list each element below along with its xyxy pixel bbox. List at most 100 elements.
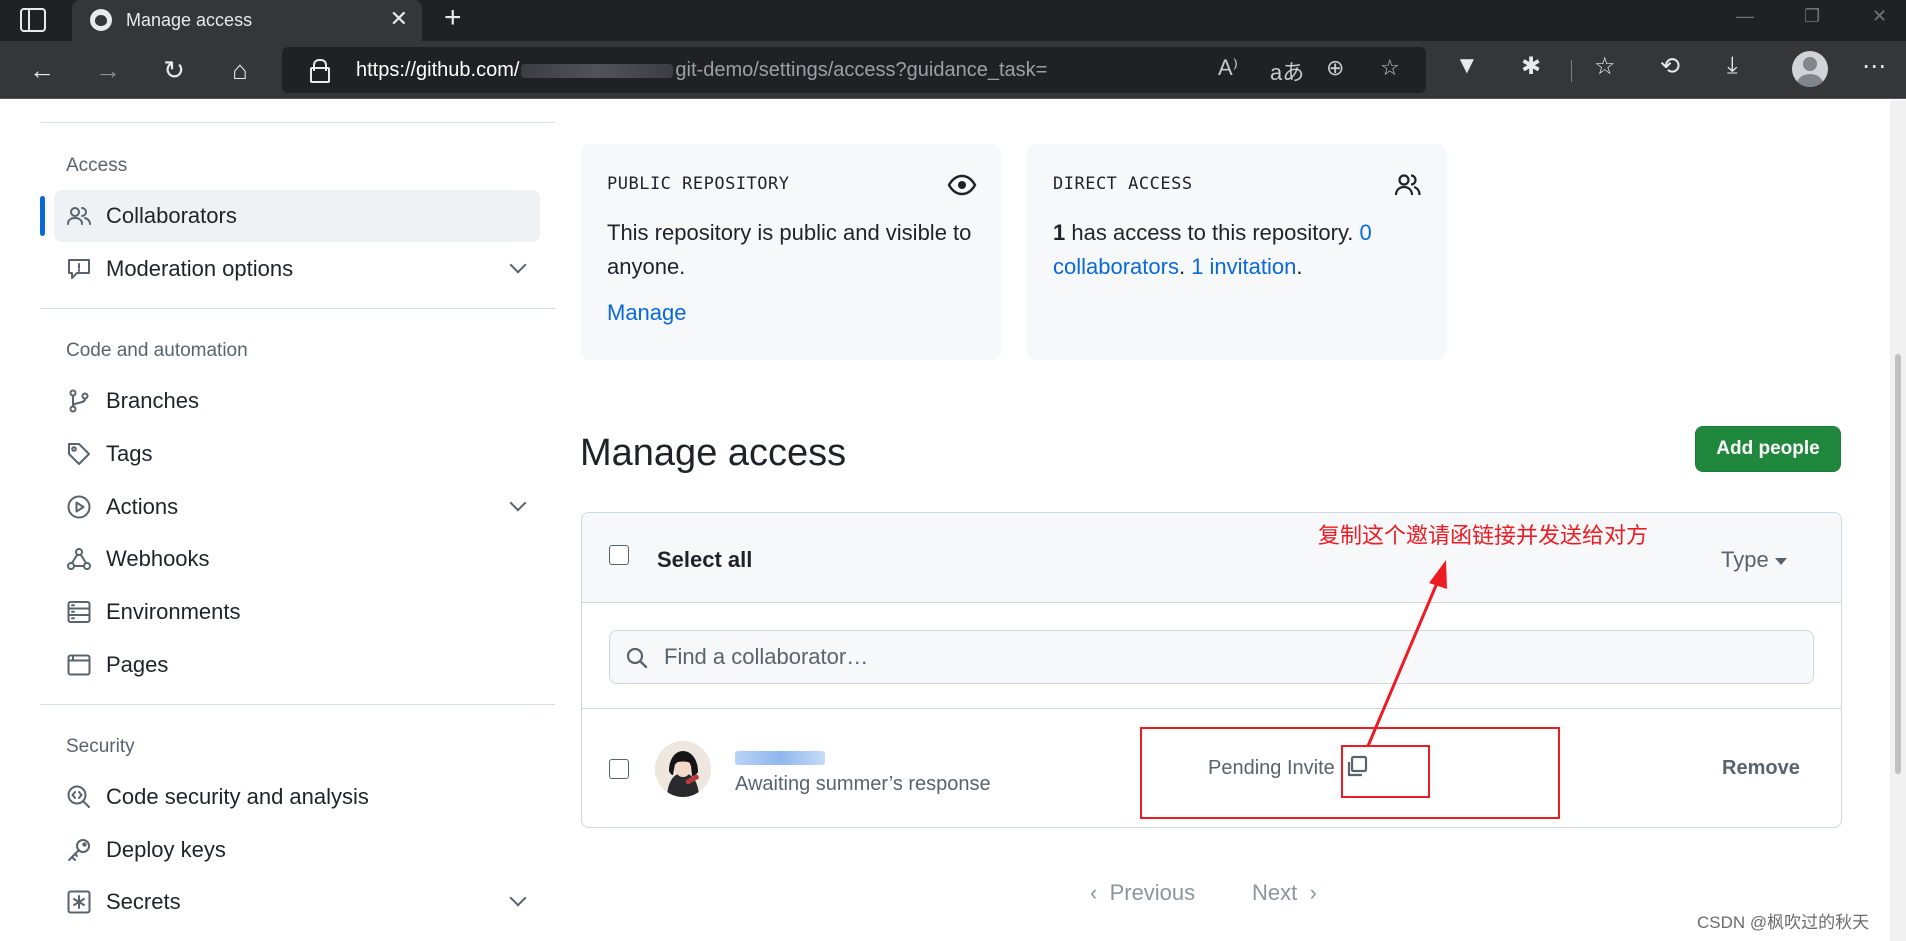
browser-icon [67,654,91,676]
sidebar-item-environments[interactable]: Environments [54,586,540,638]
invitation-link[interactable]: 1 invitation [1191,254,1296,279]
minimize-icon[interactable]: — [1736,6,1754,27]
add-people-button[interactable]: Add people [1695,426,1841,472]
home-icon[interactable]: ⌂ [220,50,260,90]
sidebar-item-label: Pages [106,652,169,677]
remove-button[interactable]: Remove [1722,757,1800,780]
url-host: https://github.com/ [356,59,520,81]
search-icon [626,647,648,669]
downloads-icon[interactable]: ⤓ [1727,52,1738,80]
card-text: 1 has access to this repository. 0 colla… [1053,220,1372,279]
close-window-icon[interactable]: ✕ [1872,6,1887,27]
card-label: PUBLIC REPOSITORY [607,174,790,194]
refresh-icon[interactable]: ↻ [154,50,194,90]
eye-icon [947,174,977,196]
search-row [582,603,1841,709]
avatar[interactable] [655,741,711,797]
previous-label: Previous [1109,880,1196,905]
next-label: Next [1252,880,1298,905]
toolbar-divider [1571,60,1572,82]
next-page-button[interactable]: Next › [1252,880,1317,906]
restore-icon[interactable]: ❐ [1804,6,1820,27]
tab-actions-icon[interactable] [20,8,46,32]
annotation-text: 复制这个邀请函链接并发送给对方 [1318,523,1649,548]
forward-icon[interactable]: → [88,50,128,90]
sidebar-divider [40,704,555,705]
sidebar-divider [40,308,555,309]
chevron-down-icon[interactable] [509,256,527,274]
previous-page-button[interactable]: ‹ Previous [1090,880,1195,906]
who-has-access-heading: Who has access [580,100,873,109]
sidebar-item-webhooks[interactable]: Webhooks [54,533,540,585]
add-favorite-icon[interactable]: ☆ [1380,55,1400,81]
zoom-icon[interactable]: ⊕ [1326,55,1344,81]
profile-avatar[interactable] [1792,51,1828,87]
branch-icon [69,389,89,413]
page-scrollbar[interactable] [1890,100,1906,941]
sidebar-heading-security: Security [66,736,135,757]
sidebar-item-actions[interactable]: Actions [54,481,540,533]
sidebar-heading-access: Access [66,155,128,176]
server-icon [67,601,91,623]
annotation-copy-box [1341,745,1430,798]
sidebar-item-secrets[interactable]: Secrets [54,876,540,928]
page-title: Manage access [580,432,847,474]
row-checkbox[interactable] [609,759,629,779]
lock-icon[interactable] [310,59,330,83]
people-icon [1394,174,1421,196]
sidebar-item-label: Deploy keys [106,837,226,862]
sidebar-item-label: Webhooks [106,546,210,571]
tab-title: Manage access [126,10,253,30]
translate-icon[interactable]: aあ [1270,55,1304,87]
chevron-down-icon[interactable] [509,889,527,907]
extensions-icon[interactable]: ✱ [1521,52,1541,81]
manage-visibility-link[interactable]: Manage [607,300,687,326]
public-repository-card: PUBLIC REPOSITORY This repository is pub… [581,144,1001,360]
close-tab-icon[interactable]: ✕ [390,6,408,32]
redacted-username[interactable] [735,751,825,765]
direct-access-card: DIRECT ACCESS 1 has access to this repos… [1027,144,1447,360]
search-input[interactable] [664,639,1764,675]
webhook-icon [67,548,91,570]
history-icon[interactable]: ⟲ [1660,52,1680,81]
play-icon [67,495,91,519]
sidebar-item-label: Branches [106,388,199,413]
url-text[interactable]: https://github.com/git-demo/settings/acc… [356,59,1047,82]
sidebar-item-label: Tags [106,441,153,466]
sidebar-item-deploy-keys[interactable]: Deploy keys [54,824,540,876]
select-all-label[interactable]: Select all [657,547,752,573]
more-menu-icon[interactable]: ⋯ [1862,52,1886,81]
type-filter-label: Type [1721,547,1769,572]
sidebar-item-label: Moderation options [106,256,294,281]
report-icon [68,259,90,279]
caret-down-icon [1774,557,1787,565]
new-tab-icon[interactable]: + [444,1,462,35]
sidebar-item-tags[interactable]: Tags [54,428,540,480]
scrollbar-thumb[interactable] [1895,354,1901,774]
address-bar[interactable]: https://github.com/git-demo/settings/acc… [282,47,1426,93]
sidebar-item-collaborators[interactable]: Collaborators [54,190,540,242]
sidebar-item-label: Collaborators [106,203,237,228]
read-aloud-icon[interactable]: A⁾ [1218,55,1238,81]
sidebar-item-code-security[interactable]: Code security and analysis [54,771,540,823]
select-all-checkbox[interactable] [609,545,629,565]
sidebar-divider [40,122,555,123]
sidebar-item-branches[interactable]: Branches [54,375,540,427]
people-icon [67,207,91,225]
browser-tab[interactable]: Manage access ✕ [72,0,422,41]
sidebar-item-moderation[interactable]: Moderation options [54,243,540,295]
sidebar-item-pages[interactable]: Pages [54,639,540,691]
codescan-icon [67,785,90,808]
asterisk-icon [67,890,91,914]
extension-v-icon[interactable]: ▼ [1455,52,1479,80]
tag-icon [68,443,90,465]
active-indicator [40,196,45,236]
back-icon[interactable]: ← [22,50,62,90]
browser-tab-bar: Manage access ✕ + — ❐ ✕ [0,0,1906,41]
watermark: CSDN @枫吹过的秋天 [1697,913,1870,932]
list-header: Select all Type [582,513,1841,603]
favorites-icon[interactable]: ☆ [1594,52,1616,81]
chevron-down-icon[interactable] [509,494,527,512]
type-filter-dropdown[interactable]: Type [1721,547,1787,573]
collaborator-search[interactable] [609,630,1814,684]
